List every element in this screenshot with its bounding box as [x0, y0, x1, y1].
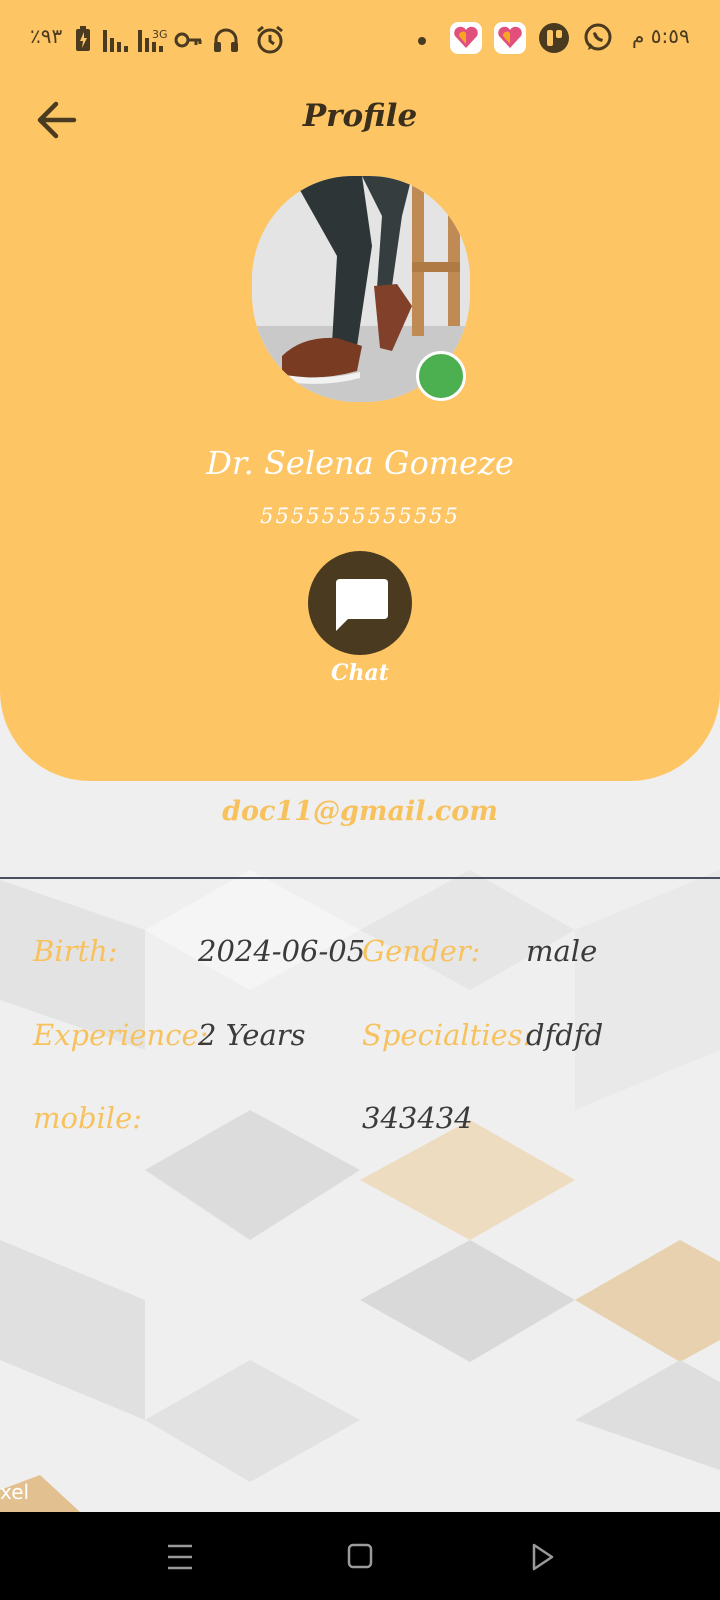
chat-button[interactable]: [308, 551, 412, 655]
battery-charging-icon: [76, 26, 90, 51]
divider: [0, 877, 720, 879]
doctor-phone: 5555555555555: [260, 504, 460, 528]
specialties-label: Specialties:: [362, 1018, 533, 1052]
avatar: [252, 176, 470, 402]
doctor-name: Dr. Selena Gomeze: [206, 444, 514, 482]
battery-percentage: ٪٩٣: [30, 24, 63, 48]
dot-icon: [418, 37, 426, 45]
gender-label: Gender:: [362, 934, 481, 968]
experience-label: Experience:: [33, 1018, 209, 1052]
mobile-value: 343434: [362, 1101, 473, 1135]
network-type: 3G: [152, 28, 168, 41]
heart-app-icon: [450, 22, 482, 54]
alarm-icon: [257, 25, 283, 54]
mobile-label: mobile:: [33, 1101, 143, 1135]
doctor-email: doc11@gmail.com: [222, 796, 498, 827]
home-icon[interactable]: [340, 1540, 380, 1574]
page-title: Profile: [302, 98, 418, 134]
gender-value: male: [526, 934, 598, 968]
whatsapp-icon: [584, 23, 612, 51]
chat-bubble-icon: [336, 579, 388, 631]
status-bar: ٪٩٣ 3G ٥:٥٩ م: [0, 0, 720, 80]
system-navigation-bar: [0, 1512, 720, 1600]
specialties-value: dfdfd: [526, 1018, 604, 1052]
profile-header: Profile Dr. Selena Gomeze 5555555555555: [0, 0, 720, 781]
menu-icon[interactable]: [160, 1540, 200, 1574]
birth-value: 2024-06-05: [198, 934, 366, 968]
heart-app-icon: [494, 22, 526, 54]
back-nav-icon[interactable]: [522, 1540, 562, 1574]
chat-label: Chat: [331, 660, 389, 686]
signal-icon: [103, 30, 128, 52]
watermark-text: xel: [0, 1480, 30, 1504]
key-icon: [174, 32, 202, 48]
headphones-icon: [214, 28, 238, 52]
clock: ٥:٥٩ م: [632, 24, 690, 48]
birth-label: Birth:: [33, 934, 118, 968]
online-status-indicator: [416, 351, 466, 401]
experience-value: 2 Years: [198, 1018, 306, 1052]
app-icon: [539, 23, 569, 53]
